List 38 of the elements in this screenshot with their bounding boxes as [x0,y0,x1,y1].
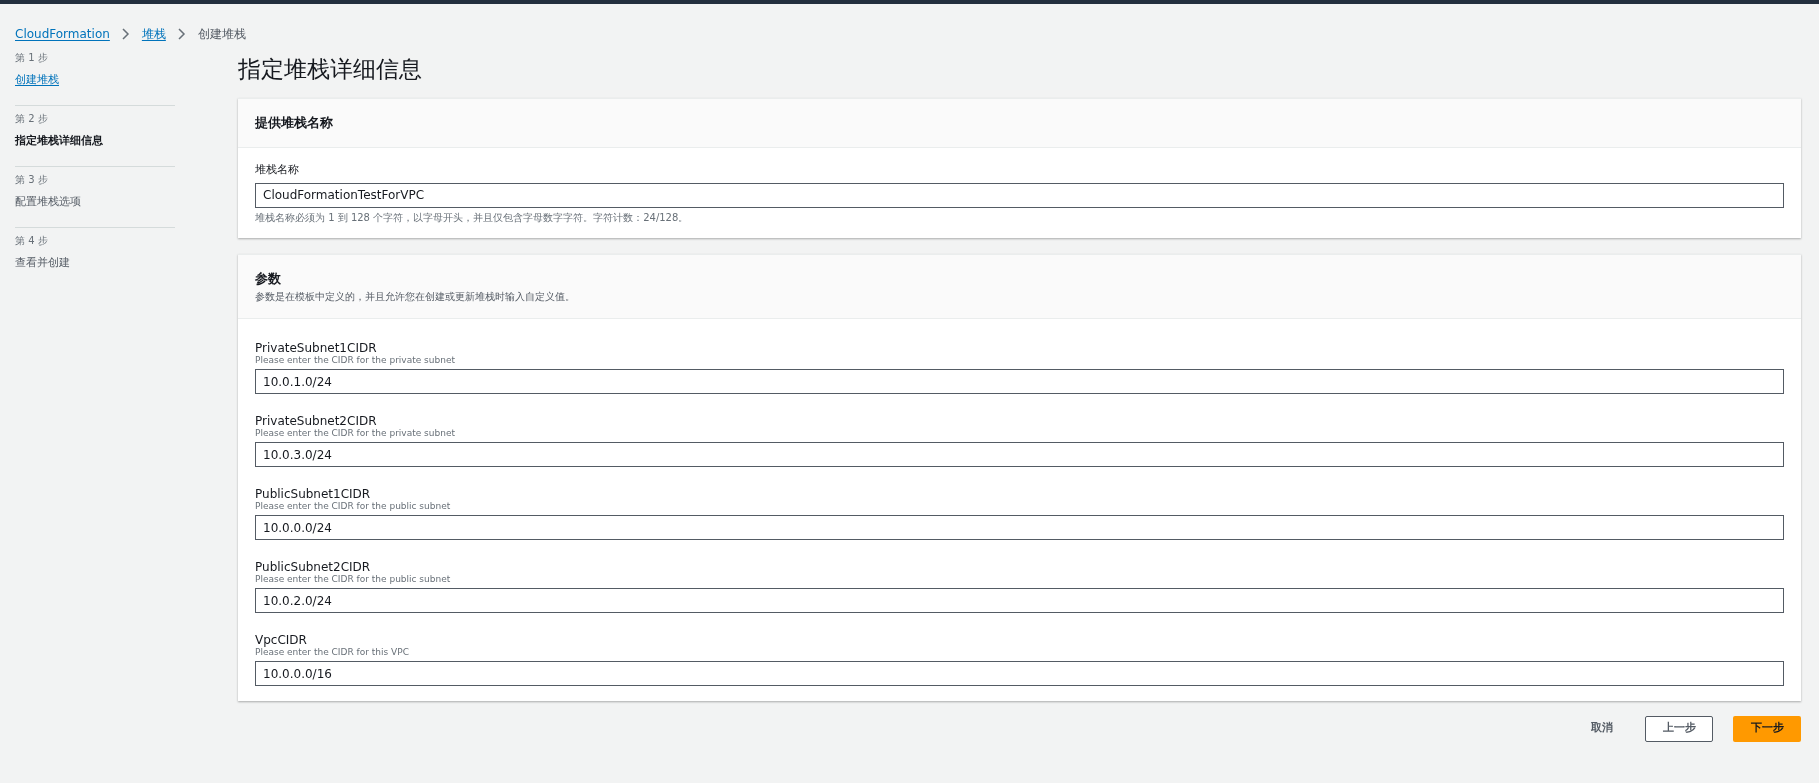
step-label: 配置堆栈选项 [15,194,81,210]
parameter-description: Please enter the CIDR for the public subnet [255,573,452,586]
parameter-input[interactable]: 10.0.3.0/24 [255,442,1784,467]
breadcrumb-link[interactable]: 堆栈 [141,25,166,43]
parameter-description: Please enter the CIDR for the private subnet [255,354,456,367]
breadcrumb-current: 创建堆栈 [197,26,246,43]
parameter-name: PrivateSubnet2CIDR [255,413,378,427]
section-title: 提供堆栈名称 [255,114,334,132]
stack-name-field[interactable]: CloudFormationTestForVPC [255,182,1784,208]
field-hint: 堆栈名称必须为 1 到 128 个字符，以字母开头，并且仅包含字母数字字符。字符计数：24/128。 [255,210,690,225]
parameter-description: Please enter the CIDR for the public subnet [255,500,452,513]
step-number: 第 2 步 [15,112,49,126]
parameter-input[interactable]: 10.0.0.0/16 [255,661,1784,686]
parameter-input[interactable]: 10.0.1.0/24 [255,369,1784,394]
parameter-description: Please enter the CIDR for this VPC [255,647,410,659]
page-title: 指定堆栈详细信息 [238,55,423,84]
parameter-name: PublicSubnet2CIDR [255,559,372,573]
parameter-description: Please enter the CIDR for the private subnet [255,427,456,440]
parameter-name: PublicSubnet1CIDR [255,486,372,500]
step-number: 第 4 步 [15,234,49,248]
next-button[interactable]: 下一步 [1733,715,1801,742]
parameter-name: PrivateSubnet1CIDR [255,340,378,354]
step-number: 第 3 步 [15,173,49,187]
section-description: 参数是在模板中定义的，并且允许您在创建或更新堆栈时输入自定义值。 [255,290,576,304]
step-link[interactable]: 创建堆栈 [15,72,59,89]
parameter-input[interactable]: 10.0.0.0/24 [255,515,1784,540]
section-title: 参数 [255,269,282,288]
chevron-right-icon [177,28,186,40]
step-label: 指定堆栈详细信息 [15,133,103,149]
parameter-input[interactable]: 10.0.2.0/24 [255,588,1784,613]
chevron-right-icon [121,28,130,40]
field-label: 堆栈名称 [255,161,300,178]
cancel-button[interactable]: 取消 [1579,715,1625,742]
step-label: 查看并创建 [15,255,70,271]
step-number: 第 1 步 [15,51,49,65]
breadcrumb-link[interactable]: CloudFormation [15,25,110,43]
parameter-name: VpcCIDR [255,632,308,646]
previous-button[interactable]: 上一步 [1645,715,1713,742]
